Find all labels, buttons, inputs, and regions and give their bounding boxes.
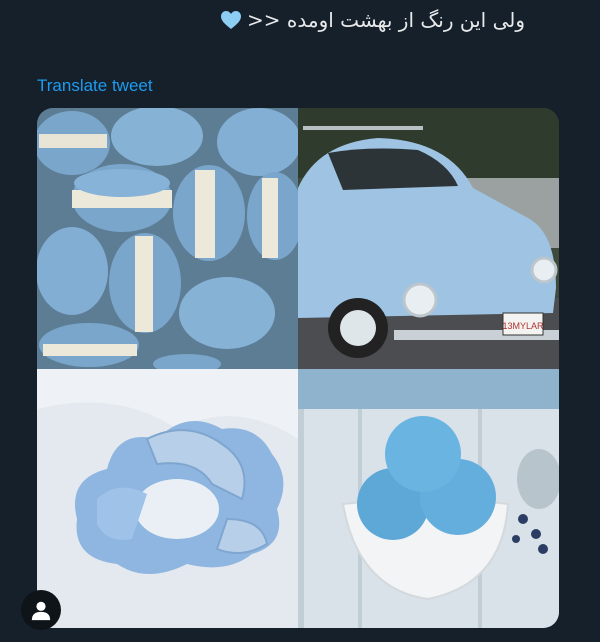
macaron — [72, 164, 172, 232]
license-plate-text: 13MYLAR — [502, 321, 544, 331]
ice-cream-photo[interactable] — [298, 369, 559, 628]
macaron — [109, 233, 181, 333]
macarons-photo[interactable] — [37, 108, 298, 369]
tweet-text: ولی این رنگ از بهشت اومده << — [219, 6, 525, 34]
beetle-car-photo[interactable]: 13MYLAR — [298, 108, 559, 369]
light-blue-heart-icon — [219, 8, 243, 32]
translate-tweet-link[interactable]: Translate tweet — [37, 76, 153, 96]
tweet-text-content: ولی این رنگ از بهشت اومده << — [247, 8, 525, 32]
scrunchie-photo[interactable] — [37, 369, 298, 628]
profile-avatar-button[interactable] — [21, 590, 61, 630]
media-grid: 13MYLAR — [37, 108, 559, 628]
macaron — [37, 111, 110, 175]
user-icon — [31, 601, 51, 621]
macaron — [173, 165, 245, 261]
macaron — [39, 323, 139, 367]
